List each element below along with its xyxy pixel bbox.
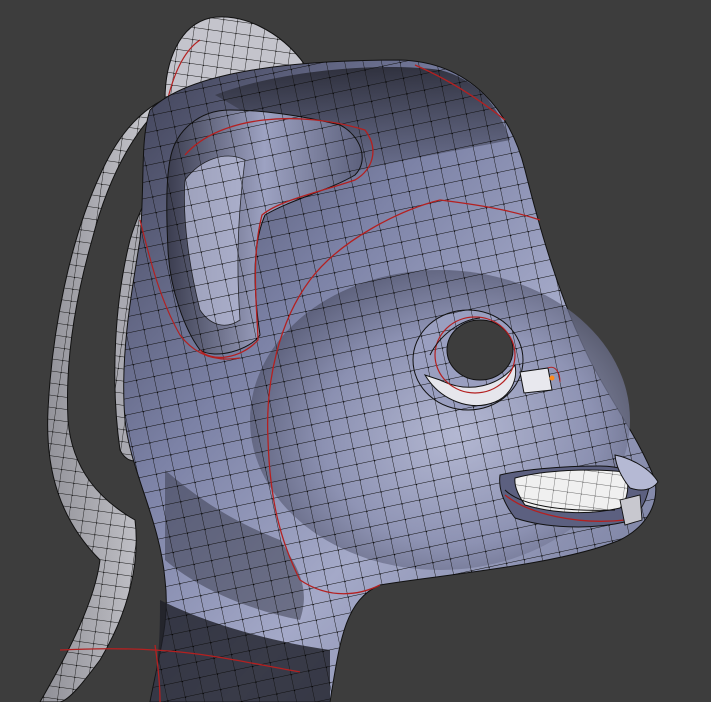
3d-viewport[interactable] (0, 0, 711, 702)
mesh-scene[interactable] (0, 0, 711, 702)
eye-hole (446, 319, 514, 381)
selected-vertex[interactable] (549, 375, 555, 381)
eye-socket (412, 309, 524, 411)
